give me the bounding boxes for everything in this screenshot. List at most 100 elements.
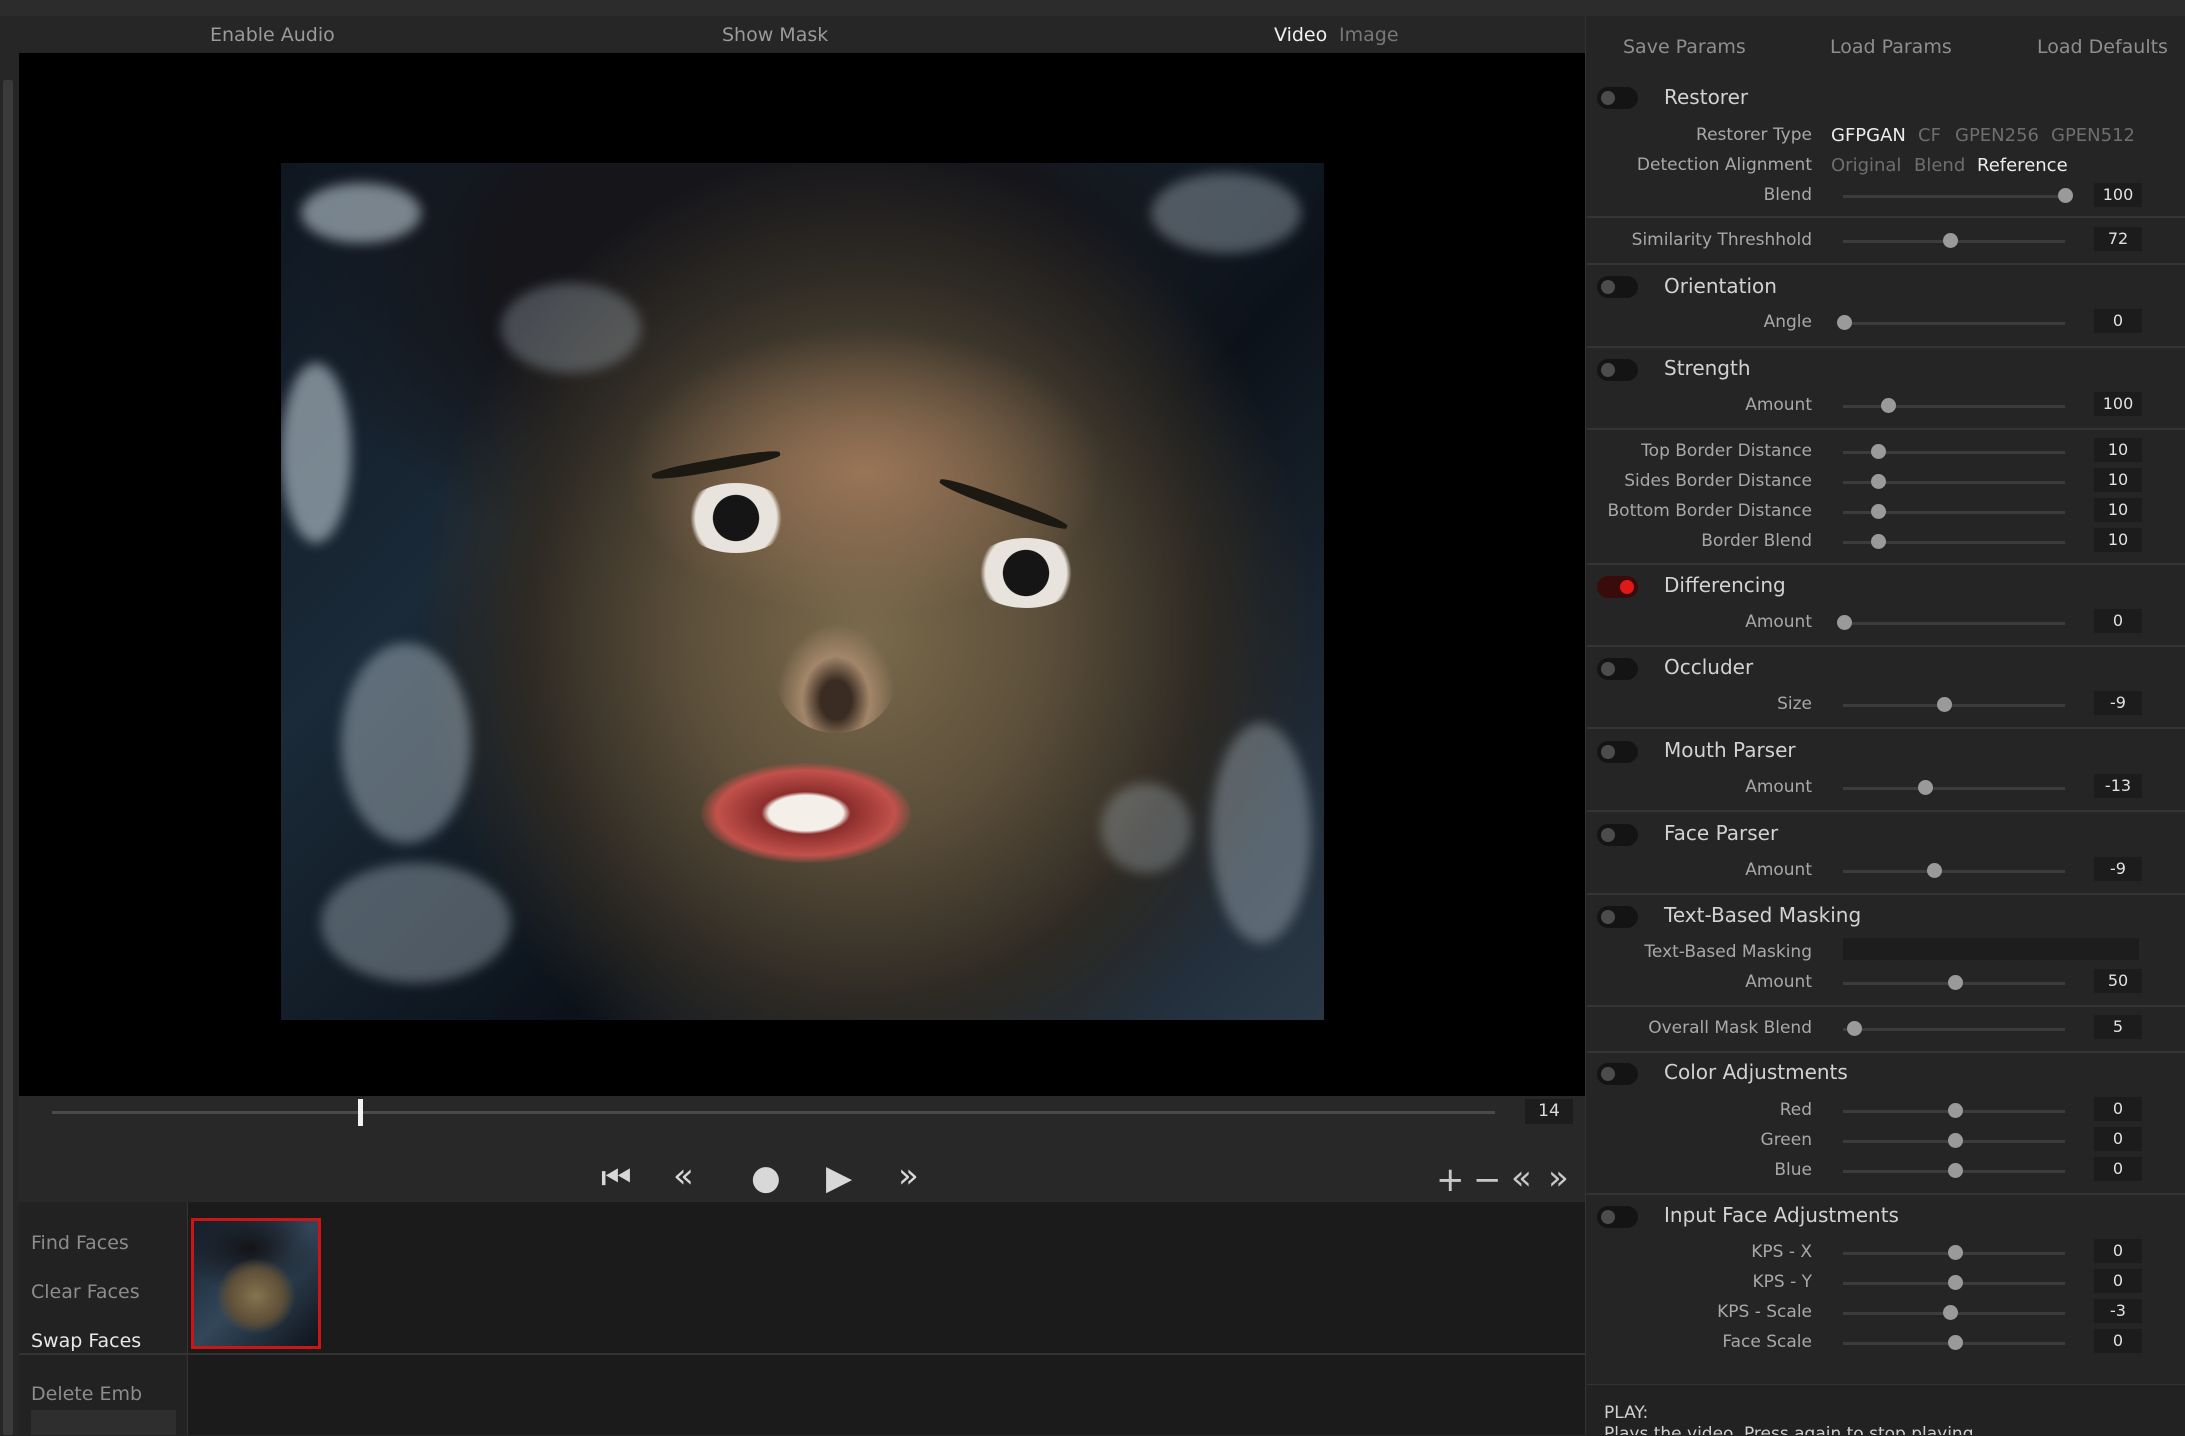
find-faces-button[interactable]: Find Faces xyxy=(31,1232,129,1254)
occluder-knob[interactable] xyxy=(1937,697,1952,712)
delete-emb-button[interactable]: Delete Emb xyxy=(31,1383,142,1405)
green-value[interactable]: 0 xyxy=(2094,1127,2142,1151)
play-icon[interactable]: ▶ xyxy=(826,1161,852,1195)
restorer-type-label: Restorer Type xyxy=(1696,125,1812,145)
border-blend-value[interactable]: 10 xyxy=(2094,528,2142,552)
left-scrollbar-thumb[interactable] xyxy=(3,80,13,1435)
face-scale-value[interactable]: 0 xyxy=(2094,1329,2142,1353)
face-scale-knob[interactable] xyxy=(1948,1335,1963,1350)
previous-marker-icon[interactable]: « xyxy=(1511,1161,1532,1195)
similarity-value[interactable]: 72 xyxy=(2094,227,2142,251)
load-params-button[interactable]: Load Params xyxy=(1830,36,1952,58)
restorer-toggle[interactable] xyxy=(1597,87,1638,109)
face-parser-slider[interactable] xyxy=(1843,870,2065,873)
alignment-blend[interactable]: Blend xyxy=(1914,155,1965,176)
text-masking-value[interactable]: 50 xyxy=(2094,969,2142,993)
restorer-blend-slider[interactable] xyxy=(1843,195,2065,198)
kps-y-value[interactable]: 0 xyxy=(2094,1269,2142,1293)
embedding-button[interactable] xyxy=(31,1410,176,1435)
angle-knob[interactable] xyxy=(1837,315,1852,330)
angle-slider[interactable] xyxy=(1843,322,2065,325)
occluder-value[interactable]: -9 xyxy=(2094,691,2142,715)
mouth-parser-slider[interactable] xyxy=(1843,787,2065,790)
kps-scale-knob[interactable] xyxy=(1943,1305,1958,1320)
green-label: Green xyxy=(1760,1130,1812,1150)
divider xyxy=(1587,563,2185,565)
restorer-type-gpen256[interactable]: GPEN256 xyxy=(1955,125,2039,146)
color-adjustments-toggle[interactable] xyxy=(1597,1063,1638,1085)
text-masking-input[interactable] xyxy=(1843,938,2139,960)
swap-faces-button[interactable]: Swap Faces xyxy=(31,1330,141,1352)
timeline-thumb[interactable] xyxy=(358,1099,363,1126)
restorer-blend-knob[interactable] xyxy=(2058,188,2073,203)
mouth-parser-value[interactable]: -13 xyxy=(2094,774,2142,798)
load-defaults-button[interactable]: Load Defaults xyxy=(2037,36,2168,58)
show-mask-button[interactable]: Show Mask xyxy=(722,24,828,46)
kps-x-knob[interactable] xyxy=(1948,1245,1963,1260)
image-mode-tab[interactable]: Image xyxy=(1339,24,1399,46)
restorer-type-cf[interactable]: CF xyxy=(1918,125,1941,146)
top-border-value[interactable]: 10 xyxy=(2094,438,2142,462)
fast-forward-icon[interactable]: » xyxy=(898,1159,919,1193)
face-parser-value[interactable]: -9 xyxy=(2094,857,2142,881)
text-masking-knob[interactable] xyxy=(1948,975,1963,990)
differencing-slider[interactable] xyxy=(1843,622,2065,625)
restorer-blend-value[interactable]: 100 xyxy=(2094,183,2142,207)
top-border-knob[interactable] xyxy=(1871,444,1886,459)
frame-number[interactable]: 14 xyxy=(1525,1099,1573,1124)
orientation-toggle[interactable] xyxy=(1597,276,1638,298)
skip-to-start-icon[interactable]: ⏮ xyxy=(601,1161,632,1195)
occluder-slider[interactable] xyxy=(1843,704,2065,707)
face-parser-knob[interactable] xyxy=(1927,863,1942,878)
red-value[interactable]: 0 xyxy=(2094,1097,2142,1121)
bottom-border-value[interactable]: 10 xyxy=(2094,498,2142,522)
differencing-toggle[interactable] xyxy=(1597,576,1638,598)
strength-slider[interactable] xyxy=(1843,405,2065,408)
kps-scale-value[interactable]: -3 xyxy=(2094,1299,2142,1323)
red-knob[interactable] xyxy=(1948,1103,1963,1118)
restorer-type-gfpgan[interactable]: GFPGAN xyxy=(1831,125,1906,146)
similarity-knob[interactable] xyxy=(1943,233,1958,248)
face-parser-toggle[interactable] xyxy=(1597,824,1638,846)
mouth-parser-toggle[interactable] xyxy=(1597,741,1638,763)
strength-knob[interactable] xyxy=(1881,398,1896,413)
video-viewport[interactable] xyxy=(19,53,1585,1096)
blue-knob[interactable] xyxy=(1948,1163,1963,1178)
green-knob[interactable] xyxy=(1948,1133,1963,1148)
sides-border-value[interactable]: 10 xyxy=(2094,468,2142,492)
found-face-thumbnail[interactable] xyxy=(191,1218,321,1349)
timeline-track[interactable] xyxy=(52,1111,1495,1114)
record-icon[interactable]: ● xyxy=(751,1161,781,1195)
strength-toggle[interactable] xyxy=(1597,359,1638,381)
differencing-knob[interactable] xyxy=(1837,615,1852,630)
next-marker-icon[interactable]: » xyxy=(1548,1161,1569,1195)
input-face-toggle[interactable] xyxy=(1597,1206,1638,1228)
restorer-blend-label: Blend xyxy=(1763,185,1812,205)
restorer-type-gpen512[interactable]: GPEN512 xyxy=(2051,125,2135,146)
angle-value[interactable]: 0 xyxy=(2094,309,2142,333)
clear-faces-button[interactable]: Clear Faces xyxy=(31,1281,140,1303)
rewind-icon[interactable]: « xyxy=(673,1159,694,1193)
remove-marker-icon[interactable]: − xyxy=(1473,1163,1502,1197)
border-blend-knob[interactable] xyxy=(1871,534,1886,549)
overall-mask-blend-value[interactable]: 5 xyxy=(2094,1015,2142,1039)
alignment-original[interactable]: Original xyxy=(1831,155,1901,176)
mouth-parser-knob[interactable] xyxy=(1918,780,1933,795)
blue-value[interactable]: 0 xyxy=(2094,1157,2142,1181)
save-params-button[interactable]: Save Params xyxy=(1623,36,1746,58)
enable-audio-button[interactable]: Enable Audio xyxy=(210,24,335,46)
video-mode-tab[interactable]: Video xyxy=(1274,24,1327,46)
strength-value[interactable]: 100 xyxy=(2094,392,2142,416)
occluder-toggle[interactable] xyxy=(1597,658,1638,680)
differencing-value[interactable]: 0 xyxy=(2094,609,2142,633)
overall-mask-blend-slider[interactable] xyxy=(1843,1028,2065,1031)
alignment-reference[interactable]: Reference xyxy=(1977,155,2068,176)
overall-mask-blend-knob[interactable] xyxy=(1847,1021,1862,1036)
status-title: PLAY: xyxy=(1604,1403,1649,1423)
kps-x-value[interactable]: 0 xyxy=(2094,1239,2142,1263)
add-marker-icon[interactable]: + xyxy=(1436,1163,1465,1197)
kps-y-knob[interactable] xyxy=(1948,1275,1963,1290)
bottom-border-knob[interactable] xyxy=(1871,504,1886,519)
text-masking-toggle[interactable] xyxy=(1597,906,1638,928)
sides-border-knob[interactable] xyxy=(1871,474,1886,489)
